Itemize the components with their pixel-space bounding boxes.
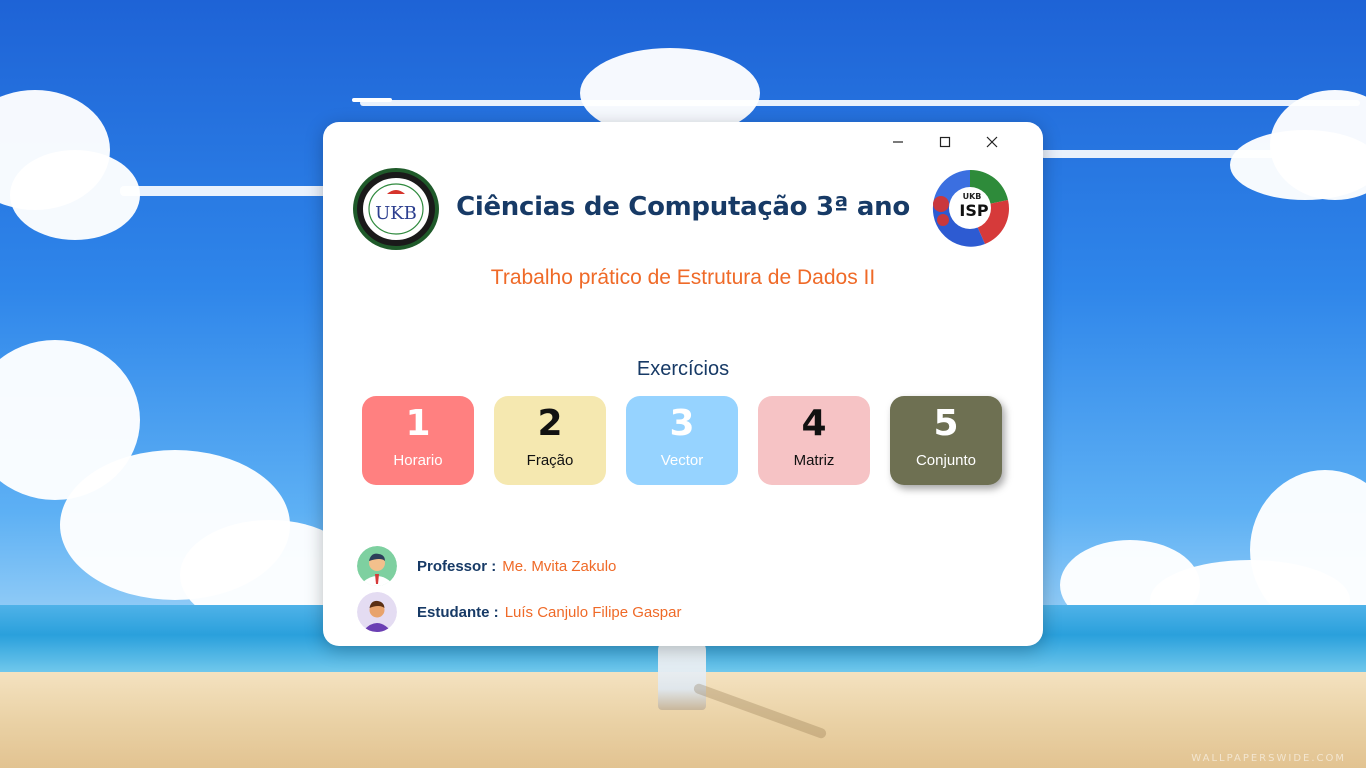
exercise-number: 3: [669, 403, 695, 444]
maximize-button[interactable]: [921, 128, 968, 156]
exercise-number: 5: [933, 403, 959, 444]
wallpaper-watermark: WALLPAPERSWIDE.COM: [1191, 753, 1346, 764]
exercise-number: 2: [537, 403, 563, 444]
exercise-number: 1: [405, 403, 431, 444]
exercise-card-horario[interactable]: 1 Horario: [362, 396, 474, 485]
exercise-card-matriz[interactable]: 4 Matriz: [758, 396, 870, 485]
isp-institute-logo: UKB ISP: [932, 169, 1010, 247]
student-row: Estudante : Luís Canjulo Filipe Gaspar: [357, 592, 681, 632]
logo-right-main-text: ISP: [959, 201, 988, 220]
minimize-button[interactable]: [874, 128, 921, 156]
student-avatar-icon: [357, 592, 397, 632]
exercise-label: Matriz: [793, 452, 835, 469]
app-window: UKB Ciências de Computação 3ª ano UKB IS…: [323, 122, 1043, 646]
exercise-label: Horario: [393, 452, 443, 469]
close-button[interactable]: [968, 128, 1015, 156]
exercises-heading: Exercícios: [636, 358, 730, 380]
professor-name: Me. Mvita Zakulo: [502, 557, 617, 575]
cloud-streak: [360, 100, 1360, 106]
cloud-streak: [120, 186, 350, 196]
exercise-card-vector[interactable]: 3 Vector: [626, 396, 738, 485]
logo-right-top-text: UKB: [963, 192, 982, 201]
professor-row: Professor : Me. Mvita Zakulo: [357, 546, 616, 586]
professor-label: Professor :: [417, 557, 497, 575]
student-label: Estudante :: [417, 603, 499, 621]
page-subtitle: Trabalho prático de Estrutura de Dados I…: [490, 266, 876, 289]
professor-avatar-icon: [357, 546, 397, 586]
student-name: Luís Canjulo Filipe Gaspar: [504, 603, 682, 621]
exercise-label: Fração: [526, 452, 574, 469]
exercise-card-conjunto[interactable]: 5 Conjunto: [890, 396, 1002, 485]
minimize-icon: [892, 141, 903, 143]
close-icon: [986, 136, 997, 148]
exercise-card-fracao[interactable]: 2 Fração: [494, 396, 606, 485]
maximize-icon: [939, 136, 950, 148]
exercise-cards: 1 Horario 2 Fração 3 Vector 4 Matriz 5 C…: [362, 396, 1002, 485]
standing-figure: [658, 640, 706, 710]
cloud-streak: [1040, 150, 1300, 158]
window-controls: [874, 128, 1015, 156]
exercise-label: Conjunto: [915, 452, 977, 469]
exercise-number: 4: [801, 403, 827, 444]
exercise-label: Vector: [660, 452, 704, 469]
airplane: [352, 98, 392, 102]
